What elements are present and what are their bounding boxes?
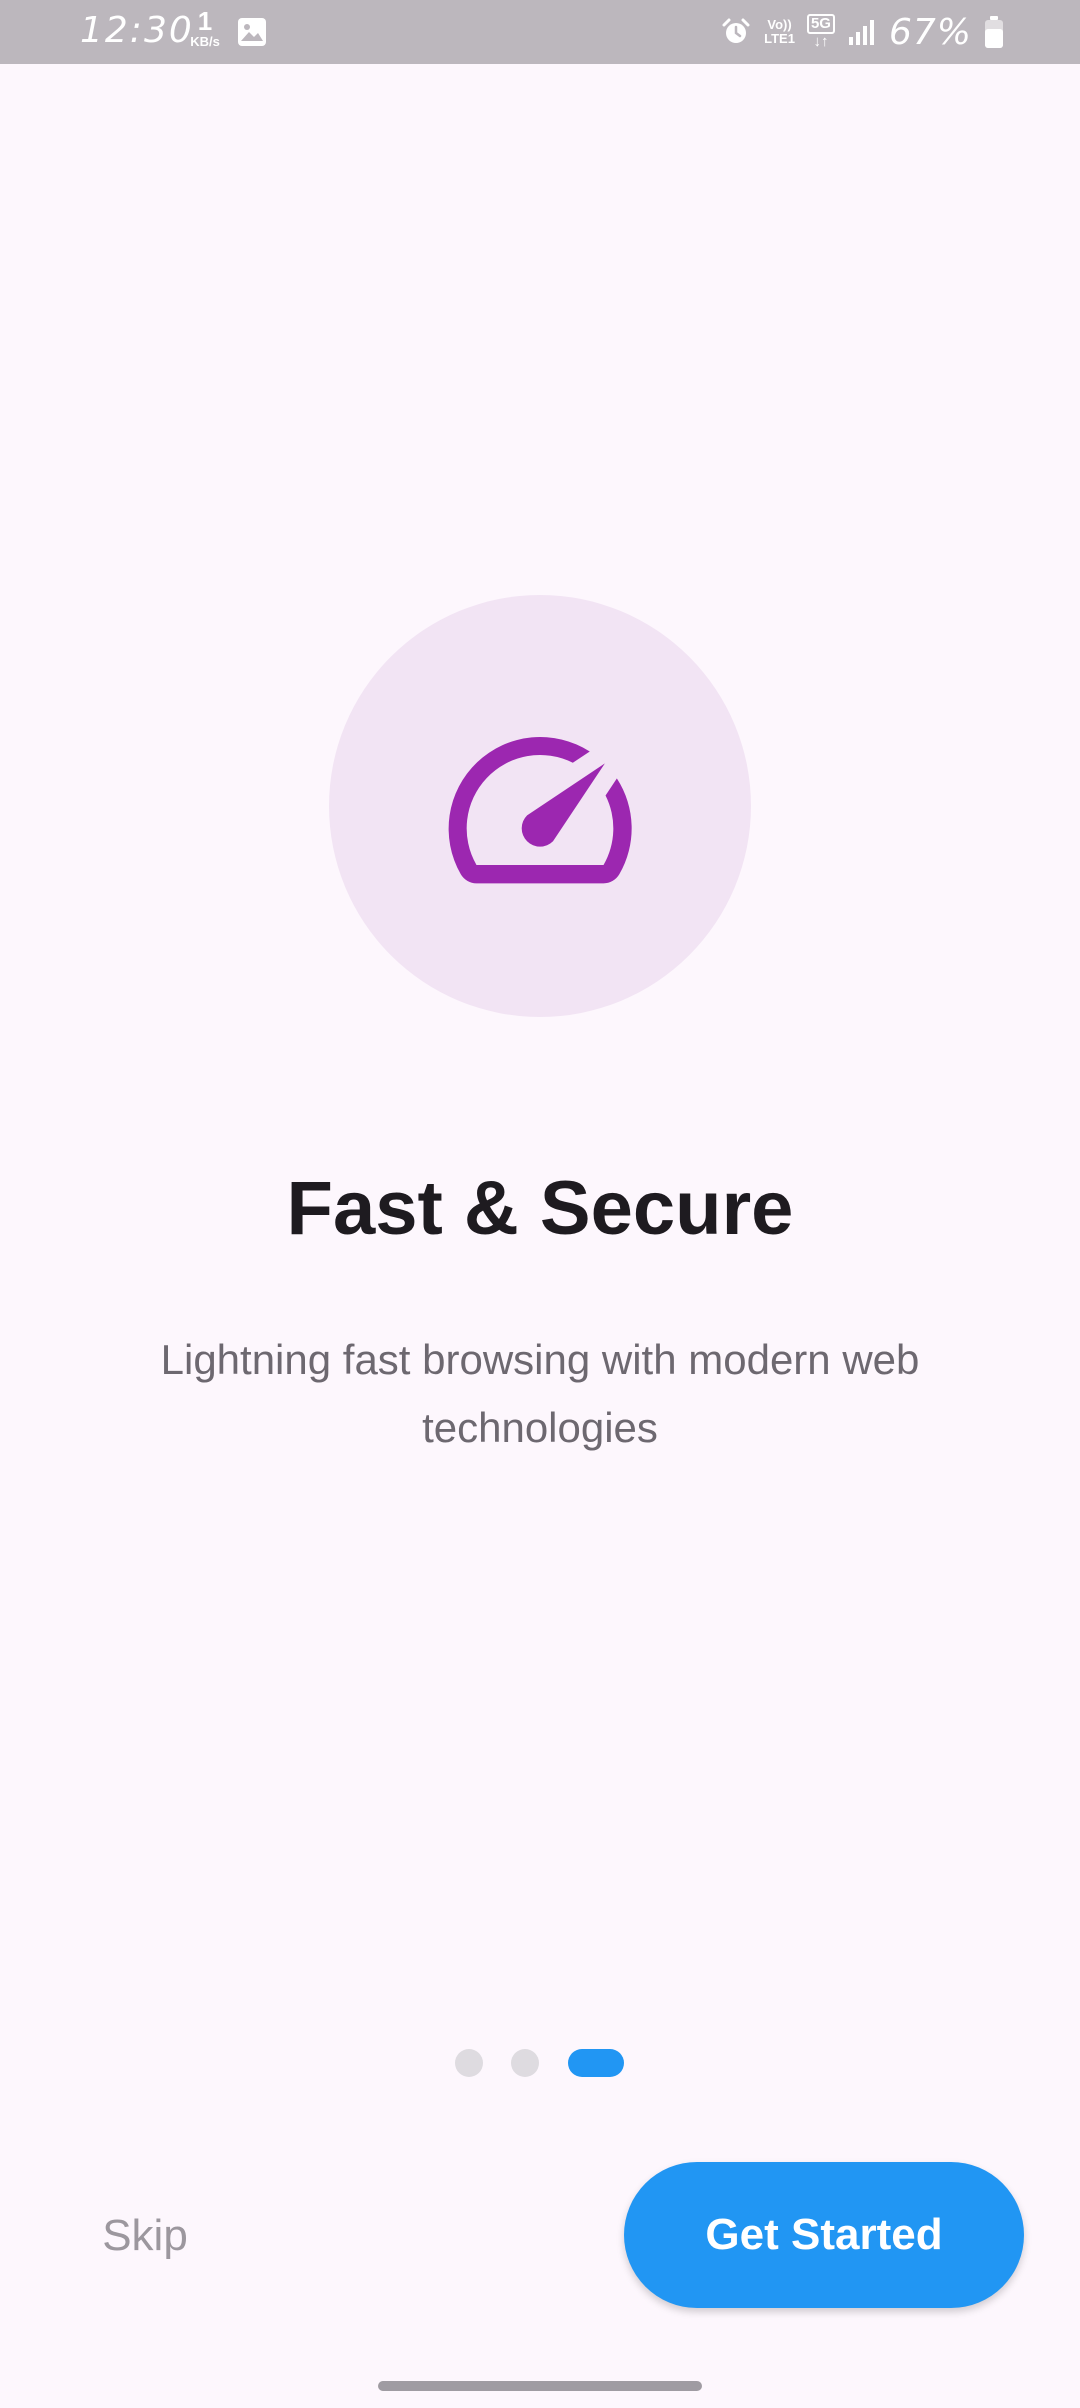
signal-icon [848, 20, 874, 45]
gallery-notification-icon [238, 18, 266, 46]
alarm-icon [722, 18, 750, 43]
network-speed: 1 KB/s [190, 6, 220, 49]
battery-percentage: 67% [888, 11, 972, 53]
onboarding-screen: 12:30 1 KB/s Vo)) LTE1 5G ↓↑ 67% Fast & … [0, 0, 1080, 2408]
page-dot-2[interactable] [511, 2049, 539, 2077]
skip-button[interactable]: Skip [80, 2195, 210, 2275]
get-started-button[interactable]: Get Started [624, 2162, 1024, 2308]
home-indicator[interactable] [378, 2381, 702, 2391]
page-dot-3-active[interactable] [568, 2049, 624, 2077]
5g-indicator: 5G ↓↑ [806, 14, 835, 50]
page-subtitle: Lightning fast browsing with modern web … [160, 1336, 920, 1451]
page-indicator [0, 2049, 1080, 2077]
page-title: Fast & Secure [286, 1166, 794, 1251]
battery-icon [985, 16, 1003, 48]
status-icons: Vo)) LTE1 5G ↓↑ 67% [720, 0, 1004, 64]
status-time: 12:30 [80, 10, 194, 51]
speed-icon [448, 737, 632, 884]
status-bar: 12:30 1 KB/s Vo)) LTE1 5G ↓↑ 67% [0, 0, 1080, 64]
page-dot-1[interactable] [455, 2049, 483, 2077]
volte-indicator: Vo)) LTE1 [764, 17, 795, 46]
